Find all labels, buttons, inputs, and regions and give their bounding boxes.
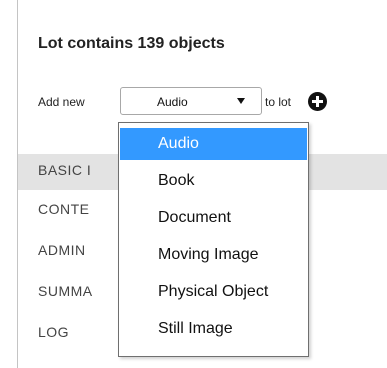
dropdown-option-audio[interactable]: Audio (120, 128, 307, 160)
dropdown-option-still-image[interactable]: Still Image (120, 313, 307, 345)
object-type-dropdown[interactable]: Audio Book Document Moving Image Physica… (118, 122, 309, 357)
to-lot-label: to lot (265, 95, 292, 109)
chevron-down-icon[interactable] (237, 98, 245, 104)
section-content[interactable]: CONTE (38, 201, 90, 217)
object-type-select-value: Audio (157, 95, 188, 109)
section-summary[interactable]: SUMMA (38, 283, 93, 299)
add-object-button[interactable] (308, 92, 327, 111)
section-log[interactable]: LOG (38, 324, 69, 340)
dropdown-option-book[interactable]: Book (120, 165, 307, 197)
lot-panel: Lot contains 139 objects Add new Audio t… (0, 0, 387, 368)
object-type-select[interactable]: Audio (120, 87, 262, 115)
lot-title: Lot contains 139 objects (38, 35, 225, 52)
dropdown-option-document[interactable]: Document (120, 202, 307, 234)
section-basic-info[interactable]: BASIC I (38, 162, 91, 178)
dropdown-option-moving-image[interactable]: Moving Image (120, 239, 307, 271)
section-admin[interactable]: ADMIN (38, 242, 86, 258)
dropdown-option-physical-object[interactable]: Physical Object (120, 276, 307, 308)
add-new-label: Add new (38, 95, 85, 109)
